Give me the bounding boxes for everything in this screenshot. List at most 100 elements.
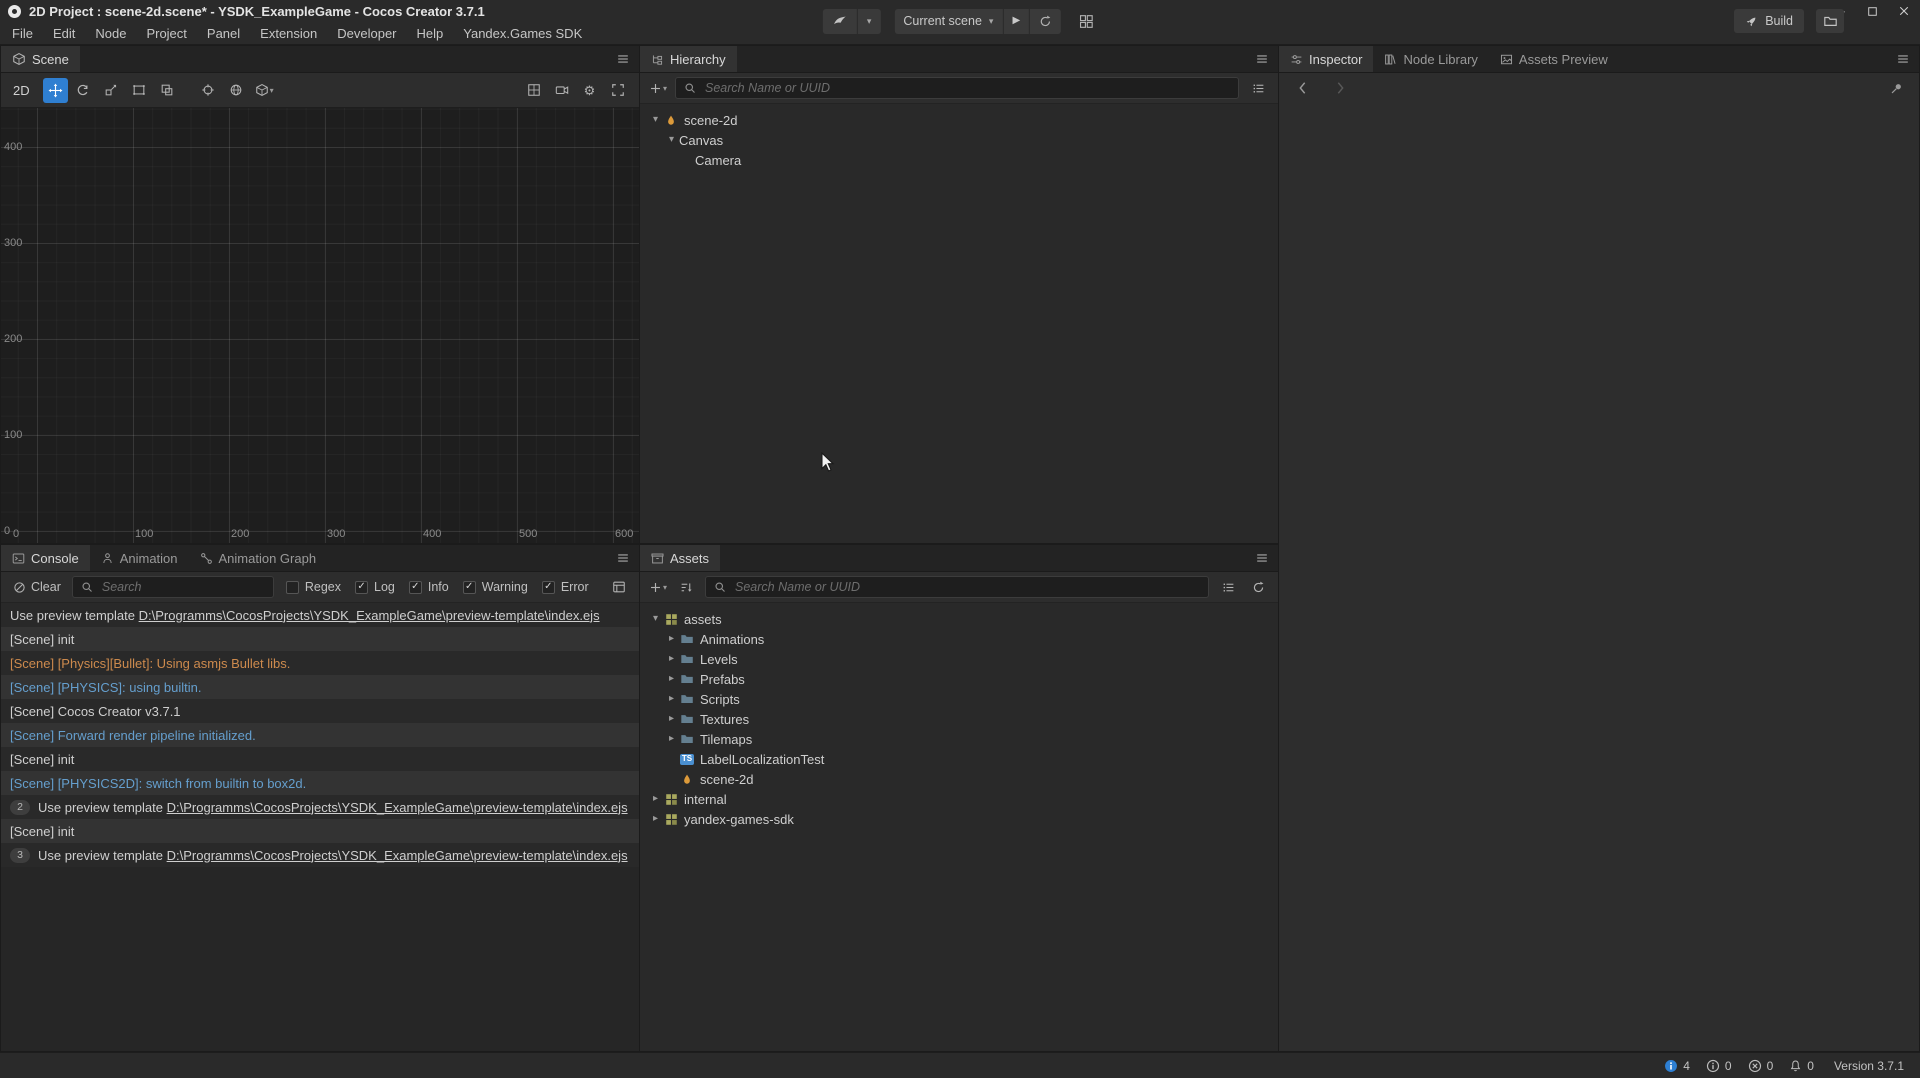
caret-right-icon[interactable]: ▸ bbox=[664, 674, 679, 684]
preview-panels-button[interactable] bbox=[1075, 10, 1097, 32]
pivot-toggle[interactable] bbox=[196, 78, 221, 103]
caret-right-icon[interactable]: ▸ bbox=[664, 694, 679, 704]
console-log-row[interactable]: [Scene] [Physics][Bullet]: Using asmjs B… bbox=[1, 651, 639, 675]
move-tool[interactable] bbox=[43, 78, 68, 103]
hierarchy-tab-hierarchy[interactable]: Hierarchy bbox=[640, 46, 737, 72]
caret-down-icon[interactable]: ▾ bbox=[664, 135, 679, 145]
history-back-button[interactable] bbox=[1291, 77, 1313, 99]
scene-settings-button[interactable]: ⚙ bbox=[577, 78, 602, 103]
console-search-input[interactable] bbox=[100, 579, 265, 595]
status-error[interactable]: 0 bbox=[1748, 1059, 1774, 1073]
menu-edit[interactable]: Edit bbox=[43, 22, 85, 45]
gizmo-dropdown[interactable]: ▾ bbox=[252, 78, 277, 103]
scene-select[interactable]: Current scene ▾ bbox=[894, 9, 1002, 34]
menu-panel[interactable]: Panel bbox=[197, 22, 250, 45]
console-log-row[interactable]: [Scene] init bbox=[1, 627, 639, 651]
console-log-row[interactable]: 2Use preview template D:\Programms\Cocos… bbox=[1, 795, 639, 819]
caret-right-icon[interactable]: ▸ bbox=[648, 794, 663, 804]
create-asset-button[interactable]: ▾ bbox=[649, 581, 667, 594]
menu-file[interactable]: File bbox=[2, 22, 43, 45]
inspector-tab-inspector[interactable]: Inspector bbox=[1279, 46, 1373, 72]
mode-2d-button[interactable]: 2D bbox=[10, 83, 39, 98]
menu-extension[interactable]: Extension bbox=[250, 22, 327, 45]
asset-labellocalizationtest[interactable]: TSLabelLocalizationTest bbox=[640, 749, 1278, 769]
assets-view-button[interactable] bbox=[1217, 576, 1239, 598]
filter-warning[interactable]: ✓Warning bbox=[463, 580, 528, 594]
asset-prefabs[interactable]: ▸Prefabs bbox=[640, 669, 1278, 689]
refresh-preview-button[interactable] bbox=[1029, 9, 1061, 34]
asset-levels[interactable]: ▸Levels bbox=[640, 649, 1278, 669]
hierarchy-panel-menu-button[interactable] bbox=[1246, 46, 1278, 72]
hierarchy-node-camera[interactable]: Camera bbox=[640, 150, 1278, 170]
compile-button[interactable] bbox=[823, 9, 857, 34]
console-log-row[interactable]: [Scene] init bbox=[1, 747, 639, 771]
log-link[interactable]: D:\Programms\CocosProjects\YSDK_ExampleG… bbox=[139, 608, 600, 623]
scene-camera-button[interactable] bbox=[549, 78, 574, 103]
asset-textures[interactable]: ▸Textures bbox=[640, 709, 1278, 729]
transform-tool[interactable] bbox=[155, 78, 180, 103]
history-forward-button[interactable] bbox=[1329, 77, 1351, 99]
assets-tab-assets[interactable]: Assets bbox=[640, 545, 720, 571]
console-clear-button[interactable]: Clear bbox=[10, 580, 64, 594]
filter-error[interactable]: ✓Error bbox=[542, 580, 589, 594]
console-log-row[interactable]: [Scene] Forward render pipeline initiali… bbox=[1, 723, 639, 747]
assets-search-input[interactable] bbox=[733, 579, 1200, 595]
console-tab-animation-graph[interactable]: Animation Graph bbox=[189, 545, 328, 571]
status-info-gray[interactable]: 0 bbox=[1706, 1059, 1732, 1073]
menu-developer[interactable]: Developer bbox=[327, 22, 406, 45]
maximize-button[interactable] bbox=[1856, 0, 1888, 22]
log-link[interactable]: D:\Programms\CocosProjects\YSDK_ExampleG… bbox=[167, 848, 628, 863]
close-button[interactable] bbox=[1888, 0, 1920, 22]
scale-tool[interactable] bbox=[99, 78, 124, 103]
console-tab-animation[interactable]: Animation bbox=[90, 545, 189, 571]
log-link[interactable]: D:\Programms\CocosProjects\YSDK_ExampleG… bbox=[167, 800, 628, 815]
scene-viewport[interactable]: 01002003004005006004003002001000 bbox=[1, 108, 639, 543]
hierarchy-node-scene-2d[interactable]: ▾scene-2d bbox=[640, 110, 1278, 130]
caret-right-icon[interactable]: ▸ bbox=[664, 734, 679, 744]
status-info-blue[interactable]: 4 bbox=[1664, 1059, 1690, 1073]
wireframe-toggle[interactable] bbox=[521, 78, 546, 103]
console-log-row[interactable]: [Scene] [PHYSICS]: using builtin. bbox=[1, 675, 639, 699]
filter-regex[interactable]: Regex bbox=[286, 580, 341, 594]
asset-assets[interactable]: ▾assets bbox=[640, 609, 1278, 629]
caret-down-icon[interactable]: ▾ bbox=[648, 614, 663, 624]
menu-yandex-games-sdk[interactable]: Yandex.Games SDK bbox=[453, 22, 592, 45]
console-log-row[interactable]: 3Use preview template D:\Programms\Cocos… bbox=[1, 843, 639, 867]
asset-animations[interactable]: ▸Animations bbox=[640, 629, 1278, 649]
menu-help[interactable]: Help bbox=[407, 22, 454, 45]
assets-panel-menu-button[interactable] bbox=[1246, 545, 1278, 571]
hierarchy-view-button[interactable] bbox=[1247, 77, 1269, 99]
build-button[interactable]: Build bbox=[1734, 9, 1804, 33]
inspector-tab-node-library[interactable]: Node Library bbox=[1373, 46, 1488, 72]
assets-sort-button[interactable] bbox=[675, 576, 697, 598]
create-node-button[interactable]: ▾ bbox=[649, 82, 667, 95]
console-log-row[interactable]: Use preview template D:\Programms\CocosP… bbox=[1, 603, 639, 627]
space-toggle[interactable] bbox=[224, 78, 249, 103]
caret-right-icon[interactable]: ▸ bbox=[664, 714, 679, 724]
asset-scene-2d[interactable]: scene-2d bbox=[640, 769, 1278, 789]
console-log-row[interactable]: [Scene] init bbox=[1, 819, 639, 843]
menu-project[interactable]: Project bbox=[136, 22, 196, 45]
filter-info[interactable]: ✓Info bbox=[409, 580, 449, 594]
console-panel-menu-button[interactable] bbox=[607, 545, 639, 571]
pin-inspector-button[interactable] bbox=[1885, 77, 1907, 99]
asset-yandex-games-sdk[interactable]: ▸yandex-games-sdk bbox=[640, 809, 1278, 829]
filter-log[interactable]: ✓Log bbox=[355, 580, 395, 594]
console-log-row[interactable]: [Scene] [PHYSICS2D]: switch from builtin… bbox=[1, 771, 639, 795]
caret-right-icon[interactable]: ▸ bbox=[664, 654, 679, 664]
hierarchy-node-canvas[interactable]: ▾Canvas bbox=[640, 130, 1278, 150]
fullscreen-button[interactable] bbox=[605, 78, 630, 103]
asset-tilemaps[interactable]: ▸Tilemaps bbox=[640, 729, 1278, 749]
collapse-logs-button[interactable] bbox=[608, 576, 630, 598]
rect-tool[interactable] bbox=[127, 78, 152, 103]
console-tab-console[interactable]: Console bbox=[1, 545, 90, 571]
scene-tab-scene[interactable]: Scene bbox=[1, 46, 80, 72]
asset-internal[interactable]: ▸internal bbox=[640, 789, 1278, 809]
menu-node[interactable]: Node bbox=[85, 22, 136, 45]
caret-right-icon[interactable]: ▸ bbox=[664, 634, 679, 644]
rotate-tool[interactable] bbox=[71, 78, 96, 103]
hierarchy-search-input[interactable] bbox=[703, 80, 1230, 96]
inspector-panel-menu-button[interactable] bbox=[1887, 46, 1919, 72]
console-log-row[interactable]: [Scene] Cocos Creator v3.7.1 bbox=[1, 699, 639, 723]
scene-panel-menu-button[interactable] bbox=[607, 46, 639, 72]
